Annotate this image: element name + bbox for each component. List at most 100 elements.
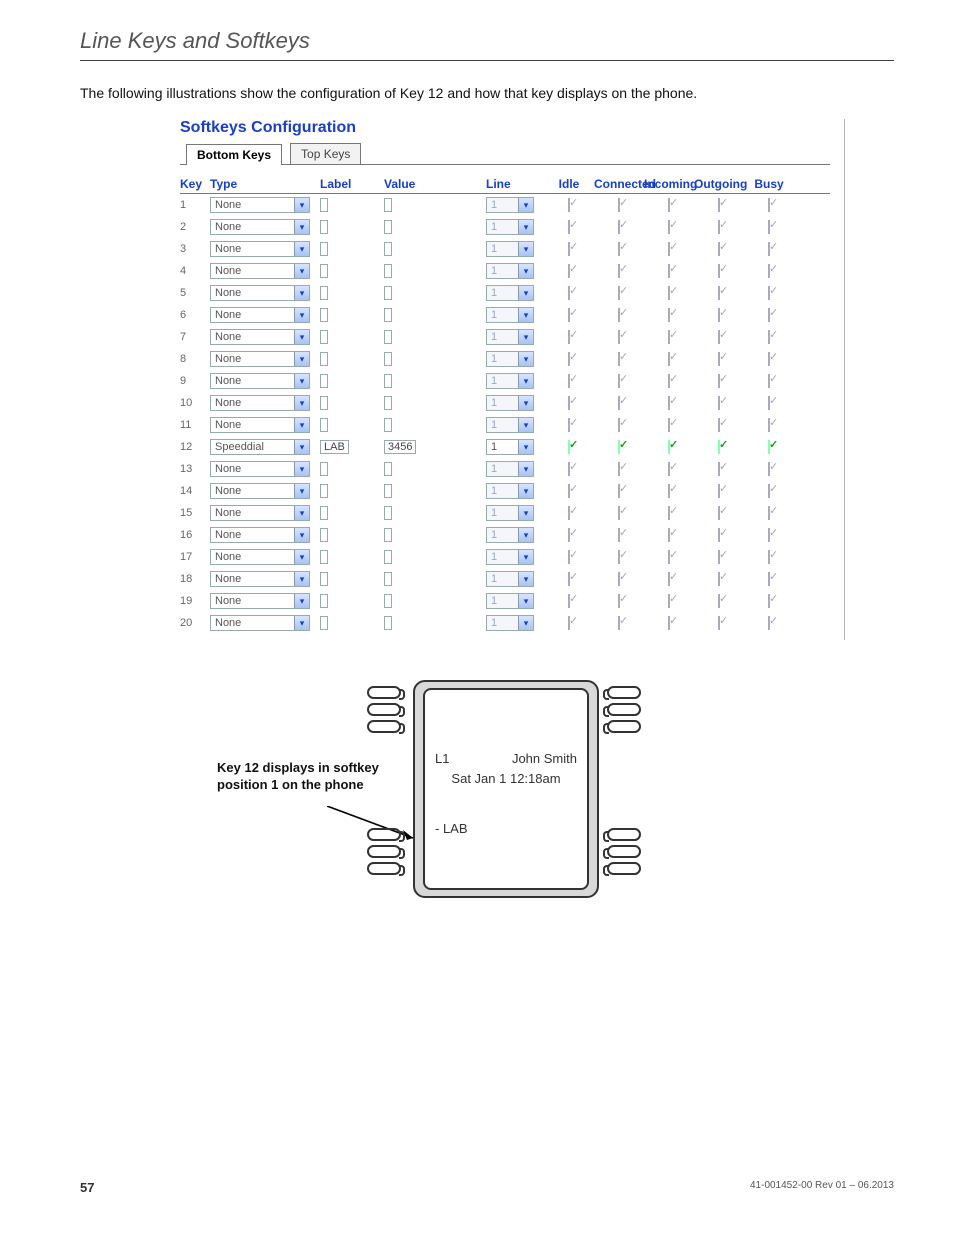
type-select[interactable]: None▾ [210, 505, 310, 521]
incoming-checkbox[interactable] [668, 528, 670, 542]
outgoing-checkbox[interactable] [718, 462, 720, 476]
busy-checkbox[interactable] [768, 330, 770, 344]
incoming-checkbox[interactable] [668, 484, 670, 498]
connected-checkbox[interactable] [618, 594, 620, 608]
connected-checkbox[interactable] [618, 220, 620, 234]
label-input[interactable]: LAB [320, 440, 349, 454]
label-input[interactable] [320, 352, 328, 366]
value-input[interactable] [384, 594, 392, 608]
busy-checkbox[interactable] [768, 396, 770, 410]
idle-checkbox[interactable] [568, 264, 570, 278]
connected-checkbox[interactable] [618, 550, 620, 564]
busy-checkbox[interactable] [768, 264, 770, 278]
outgoing-checkbox[interactable] [718, 374, 720, 388]
value-input[interactable] [384, 396, 392, 410]
line-select[interactable]: 1▾ [486, 351, 534, 367]
busy-checkbox[interactable] [768, 242, 770, 256]
value-input[interactable] [384, 352, 392, 366]
connected-checkbox[interactable] [618, 440, 620, 454]
connected-checkbox[interactable] [618, 418, 620, 432]
incoming-checkbox[interactable] [668, 616, 670, 630]
busy-checkbox[interactable] [768, 418, 770, 432]
value-input[interactable] [384, 264, 392, 278]
outgoing-checkbox[interactable] [718, 264, 720, 278]
value-input[interactable] [384, 462, 392, 476]
type-select[interactable]: None▾ [210, 351, 310, 367]
outgoing-checkbox[interactable] [718, 220, 720, 234]
idle-checkbox[interactable] [568, 198, 570, 212]
label-input[interactable] [320, 308, 328, 322]
line-select[interactable]: 1▾ [486, 263, 534, 279]
busy-checkbox[interactable] [768, 308, 770, 322]
outgoing-checkbox[interactable] [718, 242, 720, 256]
connected-checkbox[interactable] [618, 330, 620, 344]
line-select[interactable]: 1▾ [486, 329, 534, 345]
connected-checkbox[interactable] [618, 484, 620, 498]
type-select[interactable]: None▾ [210, 219, 310, 235]
incoming-checkbox[interactable] [668, 308, 670, 322]
label-input[interactable] [320, 528, 328, 542]
label-input[interactable] [320, 616, 328, 630]
value-input[interactable] [384, 484, 392, 498]
label-input[interactable] [320, 286, 328, 300]
outgoing-checkbox[interactable] [718, 286, 720, 300]
label-input[interactable] [320, 462, 328, 476]
connected-checkbox[interactable] [618, 506, 620, 520]
connected-checkbox[interactable] [618, 572, 620, 586]
type-select[interactable]: None▾ [210, 461, 310, 477]
idle-checkbox[interactable] [568, 484, 570, 498]
label-input[interactable] [320, 418, 328, 432]
line-select[interactable]: 1▾ [486, 219, 534, 235]
outgoing-checkbox[interactable] [718, 484, 720, 498]
value-input[interactable] [384, 616, 392, 630]
line-select[interactable]: 1▾ [486, 417, 534, 433]
idle-checkbox[interactable] [568, 616, 570, 630]
busy-checkbox[interactable] [768, 198, 770, 212]
value-input[interactable] [384, 528, 392, 542]
type-select[interactable]: None▾ [210, 483, 310, 499]
outgoing-checkbox[interactable] [718, 550, 720, 564]
label-input[interactable] [320, 220, 328, 234]
value-input[interactable]: 3456 [384, 440, 416, 454]
connected-checkbox[interactable] [618, 352, 620, 366]
value-input[interactable] [384, 550, 392, 564]
value-input[interactable] [384, 330, 392, 344]
busy-checkbox[interactable] [768, 374, 770, 388]
line-select[interactable]: 1▾ [486, 197, 534, 213]
connected-checkbox[interactable] [618, 308, 620, 322]
outgoing-checkbox[interactable] [718, 440, 720, 454]
label-input[interactable] [320, 594, 328, 608]
line-select[interactable]: 1▾ [486, 439, 534, 455]
incoming-checkbox[interactable] [668, 242, 670, 256]
label-input[interactable] [320, 330, 328, 344]
busy-checkbox[interactable] [768, 572, 770, 586]
outgoing-checkbox[interactable] [718, 418, 720, 432]
outgoing-checkbox[interactable] [718, 198, 720, 212]
incoming-checkbox[interactable] [668, 220, 670, 234]
idle-checkbox[interactable] [568, 462, 570, 476]
connected-checkbox[interactable] [618, 462, 620, 476]
idle-checkbox[interactable] [568, 440, 570, 454]
idle-checkbox[interactable] [568, 418, 570, 432]
idle-checkbox[interactable] [568, 528, 570, 542]
incoming-checkbox[interactable] [668, 374, 670, 388]
outgoing-checkbox[interactable] [718, 330, 720, 344]
value-input[interactable] [384, 374, 392, 388]
type-select[interactable]: None▾ [210, 395, 310, 411]
outgoing-checkbox[interactable] [718, 396, 720, 410]
tab-top-keys[interactable]: Top Keys [290, 143, 361, 164]
line-select[interactable]: 1▾ [486, 505, 534, 521]
connected-checkbox[interactable] [618, 286, 620, 300]
type-select[interactable]: None▾ [210, 197, 310, 213]
idle-checkbox[interactable] [568, 330, 570, 344]
incoming-checkbox[interactable] [668, 396, 670, 410]
label-input[interactable] [320, 396, 328, 410]
line-select[interactable]: 1▾ [486, 527, 534, 543]
type-select[interactable]: None▾ [210, 285, 310, 301]
outgoing-checkbox[interactable] [718, 528, 720, 542]
incoming-checkbox[interactable] [668, 418, 670, 432]
idle-checkbox[interactable] [568, 352, 570, 366]
outgoing-checkbox[interactable] [718, 616, 720, 630]
incoming-checkbox[interactable] [668, 506, 670, 520]
line-select[interactable]: 1▾ [486, 373, 534, 389]
